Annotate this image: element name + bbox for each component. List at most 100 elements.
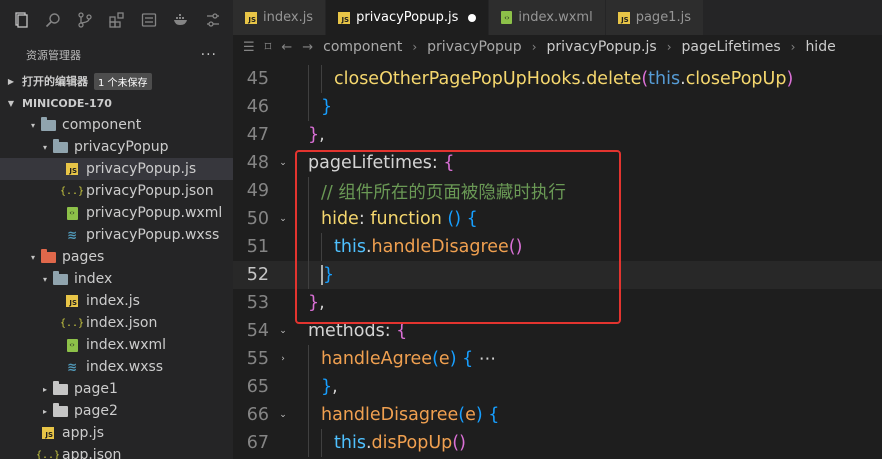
tree-item-label: privacyPopup.js [86, 161, 197, 177]
fold-expanded-icon[interactable]: ⌄ [277, 158, 289, 168]
code-line[interactable]: 65}, [233, 373, 882, 401]
code-token: } [323, 265, 335, 285]
project-section[interactable]: ▼ MINICODE-170 [0, 92, 233, 114]
unsaved-badge: 1 个未保存 [94, 72, 152, 90]
code-text: } [321, 97, 332, 117]
code-token: { [443, 153, 455, 173]
fold-expanded-icon[interactable]: ⌄ [277, 326, 289, 336]
file-tree: ▾ component ▾ privacyPopup JS privacyPopup.js… [0, 114, 233, 459]
code-token: delete [586, 69, 642, 89]
tree-item[interactable]: ‹› privacyPopup.wxml [0, 202, 233, 224]
breadcrumb-segment[interactable]: privacyPopup [427, 39, 522, 55]
editor-tab[interactable]: ‹› index.wxml [489, 0, 606, 35]
line-number: 46 [246, 97, 269, 117]
remote-icon[interactable] [140, 11, 158, 29]
line-number: 66 [246, 405, 269, 425]
js-file-icon: JS [64, 162, 80, 176]
tree-item[interactable]: ‹› index.wxml [0, 334, 233, 356]
folder-open-icon [52, 138, 68, 154]
code-line[interactable]: 66 ⌄ handleDisagree(e) { [233, 401, 882, 429]
code-line[interactable]: 46} [233, 93, 882, 121]
more-actions-icon[interactable]: ··· [201, 47, 217, 63]
indent-guide [321, 65, 322, 93]
tree-item[interactable]: ▾ index [0, 268, 233, 290]
code-line[interactable]: 51 this.handleDisagree() [233, 233, 882, 261]
tree-item[interactable]: {..} index.json [0, 312, 233, 334]
code-token: : [384, 321, 397, 341]
code-token: methods [308, 321, 385, 341]
forward-arrow-icon[interactable]: → [302, 40, 313, 55]
code-token: this [648, 69, 681, 89]
back-arrow-icon[interactable]: ← [281, 40, 292, 55]
tree-item[interactable]: ▾ privacyPopup [0, 136, 233, 158]
tree-item[interactable]: {..} app.json [0, 444, 233, 459]
fold-collapsed-icon[interactable]: › [277, 354, 289, 364]
json-file-icon: {..} [35, 449, 61, 459]
fold-expanded-icon[interactable]: ⌄ [277, 214, 289, 224]
code-text: pageLifetimes: { [308, 153, 455, 173]
tab-label: index.js [263, 10, 314, 25]
open-editors-section[interactable]: ▶ 打开的编辑器 1 个未保存 [0, 70, 233, 92]
code-line[interactable]: 53}, [233, 289, 882, 317]
code-line[interactable]: 55 › handleAgree(e) { ⋯ [233, 345, 882, 373]
files-icon[interactable] [12, 11, 30, 29]
unsaved-dot-icon[interactable] [468, 13, 477, 22]
indent-guide [308, 205, 309, 233]
tree-item[interactable]: ▾ pages [0, 246, 233, 268]
code-token: } [308, 125, 320, 145]
code-line[interactable]: 49 // 组件所在的页面被隐藏时执行 [233, 177, 882, 205]
tree-item-label: app.js [62, 425, 104, 441]
code-editor[interactable]: 45 closeOtherPagePopUpHooks.delete(this.c… [233, 59, 882, 459]
indent-guide [321, 429, 322, 457]
editor-tab[interactable]: JS page1.js [605, 0, 704, 35]
code-token: ⋯ [473, 349, 497, 369]
bookmark-icon[interactable]: ⌑ [265, 40, 272, 55]
code-token: , [319, 293, 325, 313]
code-text: }, [308, 125, 325, 145]
chevron-right-icon: ▸ [42, 406, 47, 416]
tree-item-label: index.wxss [86, 359, 164, 375]
code-token: () [447, 209, 462, 229]
wxml-file-icon: ‹› [64, 338, 80, 352]
breadcrumb-segment[interactable]: privacyPopup.js [547, 39, 657, 55]
code-line[interactable]: 50 ⌄ hide: function () { [233, 205, 882, 233]
breadcrumb-segment[interactable]: pageLifetimes [682, 39, 781, 55]
tree-item[interactable]: ≋ index.wxss [0, 356, 233, 378]
settings-icon[interactable] [204, 11, 222, 29]
tree-item[interactable]: JS index.js [0, 290, 233, 312]
code-line[interactable]: 48 ⌄ pageLifetimes: { [233, 149, 882, 177]
tree-item[interactable]: ▸ page2 [0, 400, 233, 422]
breadcrumb-segment[interactable]: component [323, 39, 402, 55]
code-token: : [431, 153, 444, 173]
search-icon[interactable] [44, 11, 62, 29]
source-control-icon[interactable] [76, 11, 94, 29]
wxss-file-icon: ≋ [66, 360, 78, 374]
breadcrumb: ☰ ⌑ ← → component › privacyPopup › privacyPopup.… [233, 35, 882, 59]
code-text: this.disPopUp() [334, 433, 466, 453]
tree-item[interactable]: ≋ privacyPopup.wxss [0, 224, 233, 246]
tree-item[interactable]: JS app.js [0, 422, 233, 444]
code-line[interactable]: 52} [233, 261, 882, 289]
tree-item[interactable]: ▸ page1 [0, 378, 233, 400]
fold-expanded-icon[interactable]: ⌄ [277, 410, 289, 420]
indent-guide [308, 401, 309, 429]
tree-item-label: index.wxml [86, 337, 167, 353]
extensions-icon[interactable] [108, 11, 126, 29]
tree-item[interactable]: JS privacyPopup.js [0, 158, 233, 180]
code-token: closePopUp [685, 69, 787, 89]
code-token: hide [321, 209, 359, 229]
wxml-file-icon: ‹› [501, 11, 513, 24]
split-editor-icon[interactable]: ☰ [243, 40, 255, 55]
breadcrumb-separator: › [666, 40, 672, 54]
tree-item[interactable]: {..} privacyPopup.json [0, 180, 233, 202]
editor-tab[interactable]: JS privacyPopup.js [326, 0, 490, 35]
code-line[interactable]: 67 this.disPopUp() [233, 429, 882, 457]
code-line[interactable]: 47}, [233, 121, 882, 149]
code-line[interactable]: 45 closeOtherPagePopUpHooks.delete(this.c… [233, 65, 882, 93]
breadcrumb-segment[interactable]: hide [805, 39, 835, 55]
docker-icon[interactable] [172, 11, 190, 29]
editor-tab[interactable]: JS index.js [233, 0, 327, 35]
code-line[interactable]: 54 ⌄ methods: { [233, 317, 882, 345]
tree-item[interactable]: ▾ component [0, 114, 233, 136]
code-token: ) [786, 69, 794, 89]
